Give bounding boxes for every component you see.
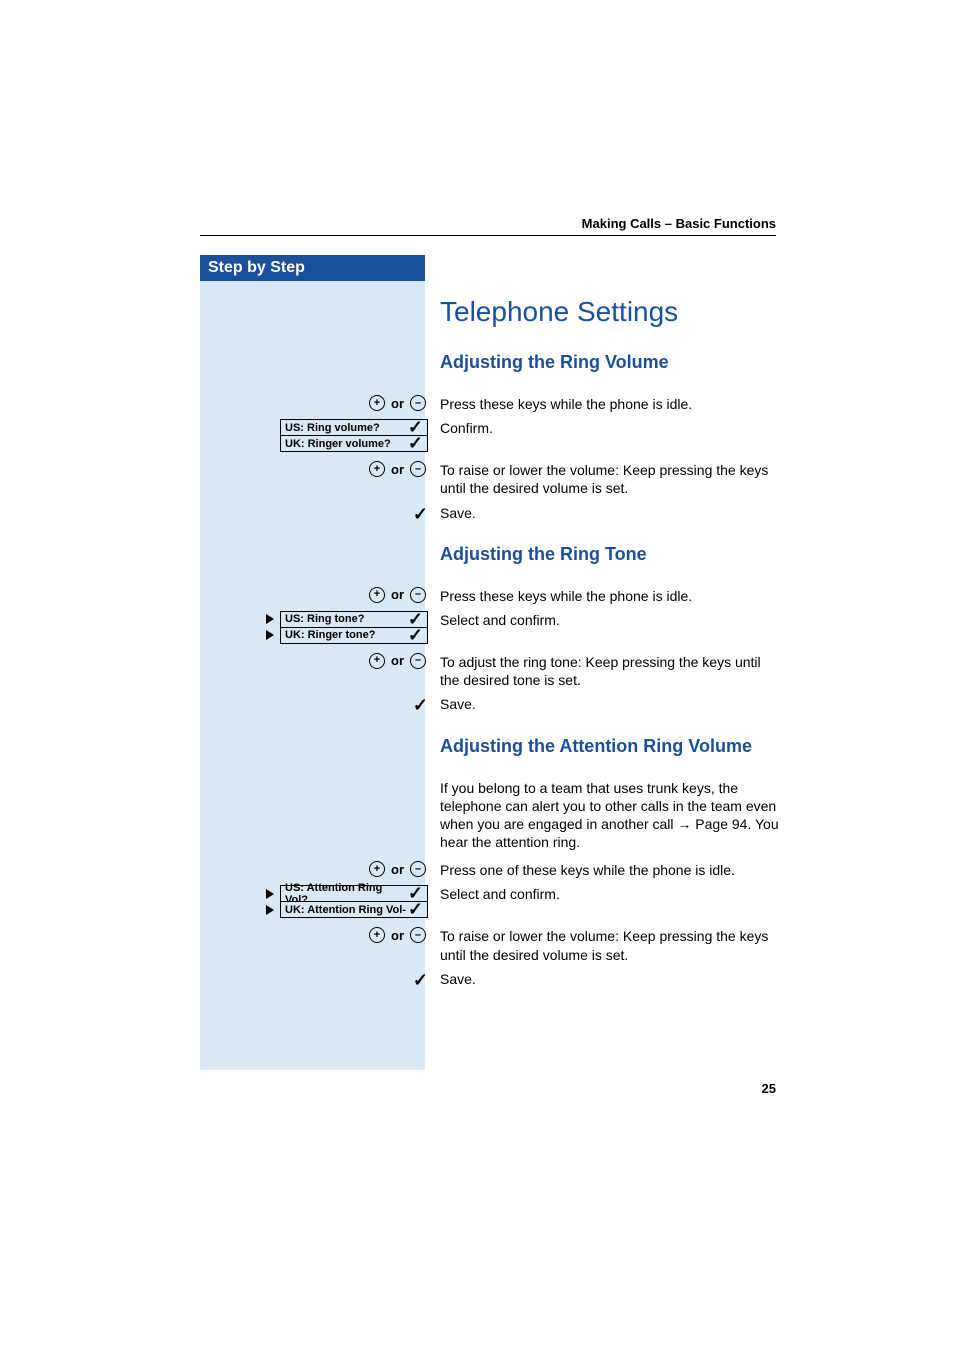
subsection-attention: Adjusting the Attention Ring Volume [440, 736, 780, 757]
minus-icon: – [410, 653, 426, 669]
display-text: UK: Ringer tone? [285, 629, 375, 641]
triangle-icon [266, 905, 274, 915]
display-row: UK: Ringer tone? ✓ [266, 627, 428, 644]
minus-icon: – [410, 395, 426, 411]
check-icon: ✓ [408, 625, 423, 646]
or-label: or [391, 928, 404, 943]
step-row: + or – Press these keys while the phone … [440, 587, 780, 605]
step-text: Select and confirm. [440, 885, 780, 903]
triangle-icon [266, 614, 274, 624]
step-row: US: Ring tone? ✓ UK: Ringer tone? ✓ Sele… [440, 611, 780, 645]
plus-icon: + [369, 395, 385, 411]
plus-icon: + [369, 461, 385, 477]
display-row: UK: Attention Ring Vol- ✓ [266, 901, 428, 918]
step-row: ✓ Save. [440, 504, 780, 522]
step-row: + or – To raise or lower the volume: Kee… [440, 461, 780, 497]
step-text: Save. [440, 695, 780, 713]
or-label: or [391, 862, 404, 877]
display-prompt-group: US: Attention Ring Vol? ✓ UK: Attention … [266, 885, 428, 917]
display-prompt: US: Ring tone? ✓ [280, 611, 428, 628]
check-icon-group: ✓ [413, 970, 428, 991]
subsection-ring-volume: Adjusting the Ring Volume [440, 352, 780, 373]
display-row: US: Ring volume? ✓ [266, 419, 428, 436]
step-text: Press these keys while the phone is idle… [440, 395, 780, 413]
minus-icon: – [410, 461, 426, 477]
plus-or-minus-icon: + or – [367, 927, 428, 943]
plus-or-minus-icon: + or – [367, 653, 428, 669]
or-label: or [391, 462, 404, 477]
step-row: + or – Press these keys while the phone … [440, 395, 780, 413]
check-icon: ✓ [408, 433, 423, 454]
step-text: To raise or lower the volume: Keep press… [440, 461, 780, 497]
display-text: US: Ring volume? [285, 422, 380, 434]
plus-or-minus-icon: + or – [367, 461, 428, 477]
display-prompt-group: US: Ring tone? ✓ UK: Ringer tone? ✓ [266, 611, 428, 643]
check-icon: ✓ [413, 695, 428, 716]
plus-icon: + [369, 927, 385, 943]
page-reference[interactable]: → Page 94 [677, 816, 747, 832]
minus-icon: – [410, 587, 426, 603]
check-icon: ✓ [408, 899, 423, 920]
triangle-icon [266, 630, 274, 640]
plus-icon: + [369, 587, 385, 603]
display-prompt: US: Ring volume? ✓ [280, 419, 428, 436]
display-row: UK: Ringer volume? ✓ [266, 435, 428, 452]
step-text: To adjust the ring tone: Keep pressing t… [440, 653, 780, 689]
plus-or-minus-icon: + or – [367, 587, 428, 603]
check-icon-group: ✓ [413, 504, 428, 525]
step-text: To raise or lower the volume: Keep press… [440, 927, 780, 963]
step-text: Save. [440, 504, 780, 522]
intro-paragraph: If you belong to a team that uses trunk … [440, 779, 780, 852]
check-icon-group: ✓ [413, 695, 428, 716]
triangle-icon [266, 889, 274, 899]
section-title: Telephone Settings [440, 296, 780, 328]
running-header: Making Calls – Basic Functions [582, 216, 776, 231]
step-row: ✓ Save. [440, 970, 780, 988]
step-text: Press one of these keys while the phone … [440, 861, 780, 879]
plus-or-minus-icon: + or – [367, 861, 428, 877]
display-prompt: US: Attention Ring Vol? ✓ [280, 885, 428, 902]
display-prompt-group: US: Ring volume? ✓ UK: Ringer volume? ✓ [266, 419, 428, 451]
step-row: + or – Press one of these keys while the… [440, 861, 780, 879]
header-rule [200, 235, 776, 236]
display-text: UK: Attention Ring Vol- [285, 904, 406, 916]
display-text: US: Ring tone? [285, 613, 364, 625]
display-row: US: Attention Ring Vol? ✓ [266, 885, 428, 902]
step-row: + or – To raise or lower the volume: Kee… [440, 927, 780, 963]
plus-icon: + [369, 861, 385, 877]
display-row: US: Ring tone? ✓ [266, 611, 428, 628]
or-label: or [391, 653, 404, 668]
step-text: Select and confirm. [440, 611, 780, 629]
minus-icon: – [410, 861, 426, 877]
step-row: US: Attention Ring Vol? ✓ UK: Attention … [440, 885, 780, 919]
subsection-ring-tone: Adjusting the Ring Tone [440, 544, 780, 565]
step-row: ✓ Save. [440, 695, 780, 713]
step-text: Save. [440, 970, 780, 988]
check-icon: ✓ [413, 970, 428, 991]
step-row: + or – To adjust the ring tone: Keep pre… [440, 653, 780, 689]
step-text: Press these keys while the phone is idle… [440, 587, 780, 605]
display-prompt: UK: Ringer volume? ✓ [280, 435, 428, 452]
display-prompt: UK: Attention Ring Vol- ✓ [280, 901, 428, 918]
minus-icon: – [410, 927, 426, 943]
or-label: or [391, 396, 404, 411]
plus-or-minus-icon: + or – [367, 395, 428, 411]
display-prompt: UK: Ringer tone? ✓ [280, 627, 428, 644]
content-column: Telephone Settings Adjusting the Ring Vo… [440, 258, 780, 994]
page: Making Calls – Basic Functions Step by S… [0, 0, 954, 1351]
plus-icon: + [369, 653, 385, 669]
step-row: US: Ring volume? ✓ UK: Ringer volume? ✓ … [440, 419, 780, 453]
check-icon: ✓ [413, 504, 428, 525]
display-text: UK: Ringer volume? [285, 438, 391, 450]
sidebar-title: Step by Step [200, 255, 425, 281]
step-text: Confirm. [440, 419, 780, 437]
or-label: or [391, 587, 404, 602]
page-number: 25 [762, 1081, 776, 1096]
